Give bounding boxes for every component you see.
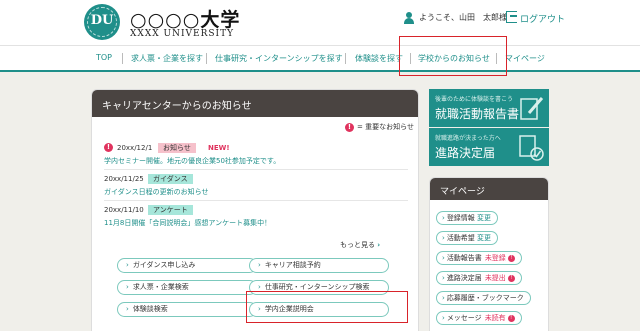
- button-label: 体験談検索: [132, 305, 168, 313]
- more-label: もっと見る: [340, 241, 375, 249]
- nav-job-research[interactable]: 仕事研究・インターンシップを探す: [215, 53, 343, 64]
- notice-link[interactable]: 11月8日開催「合同説明会」感想アンケート募集中！: [104, 218, 271, 228]
- mypage-activity-report[interactable]: › 活動報告書 未登録!: [436, 251, 522, 265]
- important-legend: ! = 重要なお知らせ: [345, 122, 414, 132]
- chevron-right-icon: ›: [126, 261, 129, 269]
- notice-tag: アンケート: [148, 205, 193, 215]
- mypage-item-label: 活動報告書: [446, 254, 482, 262]
- mypage-item-status: 未読有: [484, 314, 506, 322]
- career-decision-banner[interactable]: 就職進路が決まった方へ 進路決定届: [429, 128, 549, 166]
- logout-icon[interactable]: [506, 11, 517, 23]
- chevron-right-icon: ›: [442, 214, 445, 222]
- chevron-right-icon: ›: [258, 283, 261, 291]
- job-report-banner[interactable]: 後輩のために体験談を書こう 就職活動報告書: [429, 89, 549, 127]
- logout-link[interactable]: ログアウト: [520, 12, 565, 25]
- university-subtitle: XXXX UNIVERSITY: [130, 29, 235, 39]
- important-icon: !: [345, 122, 354, 132]
- chevron-right-icon: ›: [442, 234, 445, 242]
- chevron-right-icon: ›: [126, 283, 129, 291]
- mypage-item-action: 変更: [477, 214, 492, 222]
- notice-tag: お知らせ: [158, 143, 196, 153]
- university-logo-icon[interactable]: DU: [84, 4, 120, 40]
- chevron-right-icon: ›: [258, 261, 261, 269]
- mypage-registration[interactable]: › 登録情報 変更: [436, 211, 499, 225]
- job-search-button[interactable]: › 求人票・企業検索: [117, 280, 257, 295]
- university-name[interactable]: ○○○○大学: [130, 5, 240, 32]
- document-check-icon: [519, 135, 544, 161]
- notice-item[interactable]: 20xx/11/25 ガイダンス ガイダンス日程の更新のお知らせ: [104, 174, 409, 197]
- more-link[interactable]: もっと見る ›: [340, 240, 380, 250]
- important-icon: !: [104, 143, 113, 152]
- legend-text: = 重要なお知らせ: [357, 123, 414, 131]
- notice-link[interactable]: ガイダンス日程の更新のお知らせ: [104, 187, 208, 197]
- chevron-right-icon: ›: [377, 241, 381, 249]
- chevron-right-icon: ›: [126, 305, 129, 313]
- notice-link[interactable]: 学内セミナー開催。地元の優良企業50社参加予定です。: [104, 156, 280, 166]
- experience-search-button[interactable]: › 体験談検索: [117, 302, 257, 317]
- mypage-item-label: 進路決定届: [446, 274, 482, 282]
- chevron-right-icon: ›: [442, 314, 445, 322]
- nav-mypage[interactable]: マイページ: [505, 53, 545, 64]
- mypage-panel: マイページ › 登録情報 変更 › 活動希望 変更 › 活動報告書 未登録! › 進路決定…: [429, 177, 549, 331]
- nav-separator: [122, 53, 123, 64]
- panel-title: キャリアセンターからのお知らせ: [92, 90, 418, 117]
- notice-date: 20xx/11/25: [104, 175, 144, 183]
- nav-highlight-box: [399, 36, 507, 76]
- mypage-item-label: 登録情報: [446, 214, 475, 222]
- pencil-icon: [520, 97, 544, 120]
- button-highlight-box: [246, 291, 408, 323]
- guidance-apply-button[interactable]: › ガイダンス申し込み: [117, 258, 257, 273]
- mypage-item-status: 未登録: [484, 254, 506, 262]
- career-consult-button[interactable]: › キャリア相談予約: [249, 258, 389, 273]
- mypage-item-label: 活動希望: [446, 234, 475, 242]
- mypage-item-status: 未提出: [484, 274, 506, 282]
- mypage-messages[interactable]: › メッセージ 未読有!: [436, 311, 522, 325]
- button-label: 求人票・企業検索: [132, 283, 189, 291]
- button-label: ガイダンス申し込み: [132, 261, 196, 269]
- nav-top[interactable]: TOP: [96, 53, 112, 62]
- notice-date: 20xx/11/10: [104, 206, 144, 214]
- banner-title: 就職活動報告書: [435, 107, 520, 121]
- divider: [104, 169, 408, 170]
- notice-item[interactable]: ! 20xx/12/1 お知らせ NEW! 学内セミナー開催。地元の優良企業50…: [104, 143, 409, 166]
- global-nav: TOP 求人票・企業を探す 仕事研究・インターンシップを探す 体験談を探す 学校…: [0, 45, 640, 72]
- site-header: DU ○○○○大学 XXXX UNIVERSITY ようこそ、山田 太郎様 ログ…: [0, 0, 640, 45]
- alert-icon: !: [507, 274, 515, 282]
- notice-date: 20xx/12/1: [117, 144, 153, 152]
- nav-separator: [345, 53, 346, 64]
- logo-mark-text: DU: [90, 13, 114, 28]
- notice-tag: ガイダンス: [148, 174, 193, 184]
- new-badge: NEW!: [208, 144, 230, 152]
- mypage-career-decision[interactable]: › 進路決定届 未提出!: [436, 271, 522, 285]
- alert-icon: !: [507, 314, 515, 322]
- mypage-item-label: メッセージ: [446, 314, 482, 322]
- user-icon: [404, 12, 414, 24]
- banner-caption: 就職進路が決まった方へ: [435, 135, 501, 142]
- divider: [104, 200, 408, 201]
- button-label: キャリア相談予約: [264, 261, 321, 269]
- mypage-item-action: 変更: [477, 234, 492, 242]
- nav-experience[interactable]: 体験談を探す: [355, 53, 403, 64]
- alert-icon: !: [507, 254, 515, 262]
- nav-job-search[interactable]: 求人票・企業を探す: [131, 53, 203, 64]
- mypage-application-history[interactable]: › 応募履歴・ブックマーク: [436, 291, 531, 305]
- button-label: 仕事研究・インターンシップ検索: [264, 283, 370, 291]
- banner-caption: 後輩のために体験談を書こう: [435, 96, 514, 103]
- chevron-right-icon: ›: [442, 254, 445, 262]
- mypage-item-label: 応募履歴・ブックマーク: [446, 294, 524, 302]
- user-greeting: ようこそ、山田 太郎様: [419, 13, 507, 22]
- notice-item[interactable]: 20xx/11/10 アンケート 11月8日開催「合同説明会」感想アンケート募集…: [104, 205, 409, 228]
- chevron-right-icon: ›: [442, 294, 445, 302]
- banner-title: 進路決定届: [435, 146, 496, 160]
- chevron-right-icon: ›: [442, 274, 445, 282]
- mypage-title: マイページ: [430, 178, 548, 200]
- nav-separator: [206, 53, 207, 64]
- mypage-activity-wish[interactable]: › 活動希望 変更: [436, 231, 499, 245]
